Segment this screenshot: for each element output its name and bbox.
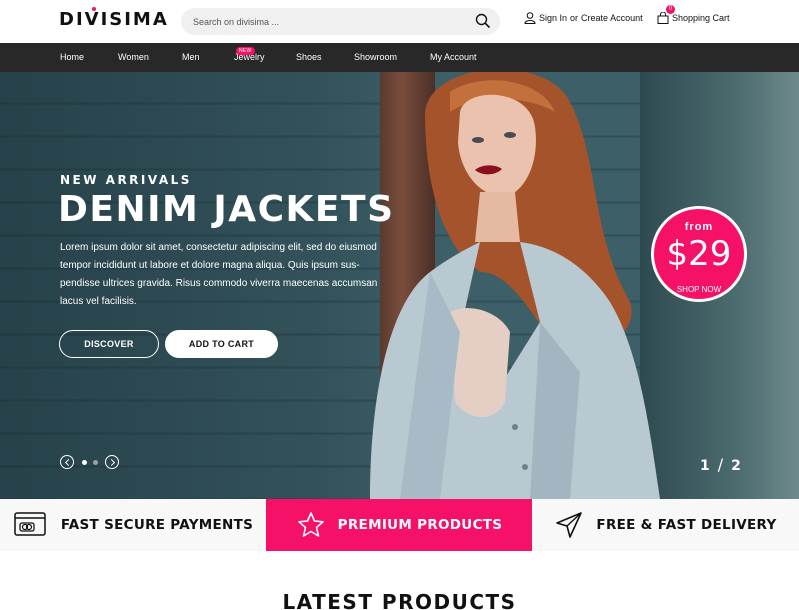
slide-current: 1	[700, 458, 710, 474]
nav-item-men[interactable]: Men	[182, 52, 200, 62]
feature-secure-payments: FAST SECURE PAYMENTS	[0, 499, 266, 551]
star-icon	[297, 512, 324, 537]
main-nav: Home Women Men Jewelry NEW Shoes Showroo…	[0, 43, 799, 72]
user-icon	[524, 12, 536, 24]
paper-plane-icon	[556, 512, 583, 538]
price-amount: $29	[666, 234, 732, 274]
nav-item-jewelry[interactable]: Jewelry NEW	[234, 47, 265, 62]
new-badge: NEW	[236, 47, 255, 55]
price-badge[interactable]: from $29 SHOP NOW	[651, 206, 747, 302]
hero-subtitle: NEW ARRIVALS	[60, 173, 192, 187]
account-links: Sign In or Create Account	[524, 12, 643, 24]
search-input[interactable]	[193, 14, 463, 29]
nav-item-showroom[interactable]: Showroom	[354, 52, 397, 62]
slider-dot[interactable]	[93, 460, 98, 465]
slide-total: 2	[731, 458, 741, 474]
search-icon[interactable]	[475, 13, 491, 29]
slider-prev-icon[interactable]	[60, 455, 74, 469]
feature-premium-products: PREMIUM PRODUCTS	[266, 499, 532, 551]
logo-dot	[92, 7, 96, 11]
credit-card-icon	[14, 512, 46, 536]
cart-count-badge: 0	[666, 5, 675, 14]
search-bar	[181, 8, 500, 35]
sign-in-link[interactable]: Sign In	[539, 13, 567, 23]
feature-label: FREE & FAST DELIVERY	[596, 517, 777, 533]
nav-item-home[interactable]: Home	[60, 52, 84, 62]
nav-item-women[interactable]: Women	[118, 52, 149, 62]
cart-label: Shopping Cart	[672, 13, 730, 23]
price-from-label: from	[684, 221, 714, 233]
shopping-cart[interactable]: 0 Shopping Cart	[657, 5, 730, 24]
features-bar: FAST SECURE PAYMENTS PREMIUM PRODUCTS FR…	[0, 499, 799, 551]
nav-item-shoes[interactable]: Shoes	[296, 52, 322, 62]
feature-label: FAST SECURE PAYMENTS	[60, 517, 254, 533]
hero-slider: NEW ARRIVALS DENIM JACKETS Lorem ipsum d…	[0, 72, 799, 499]
nav-item-my-account[interactable]: My Account	[430, 52, 477, 62]
feature-free-delivery: FREE & FAST DELIVERY	[532, 499, 799, 551]
or-text: or	[570, 13, 579, 23]
hero-description: Lorem ipsum dolor sit amet, consectetur …	[60, 242, 378, 307]
logo[interactable]: DIVISIMA	[59, 7, 169, 30]
site-header: DIVISIMA Sign In or Create Account 0 Sho…	[0, 0, 799, 43]
section-title: LATEST PRODUCTS	[282, 590, 517, 610]
create-account-link[interactable]: Create Account	[581, 13, 643, 23]
slide-separator: /	[717, 455, 724, 474]
shop-now-link[interactable]: SHOP NOW	[654, 285, 744, 294]
feature-label: PREMIUM PRODUCTS	[337, 517, 503, 533]
slider-next-icon[interactable]	[105, 455, 119, 469]
shopping-bag-icon	[657, 12, 669, 24]
discover-button[interactable]: DISCOVER	[59, 330, 159, 358]
slider-dot-active[interactable]	[82, 460, 87, 465]
slide-counter: 1 / 2	[700, 455, 741, 474]
add-to-cart-button[interactable]: ADD TO CART	[165, 330, 278, 358]
hero-title: DENIM JACKETS	[58, 189, 395, 230]
